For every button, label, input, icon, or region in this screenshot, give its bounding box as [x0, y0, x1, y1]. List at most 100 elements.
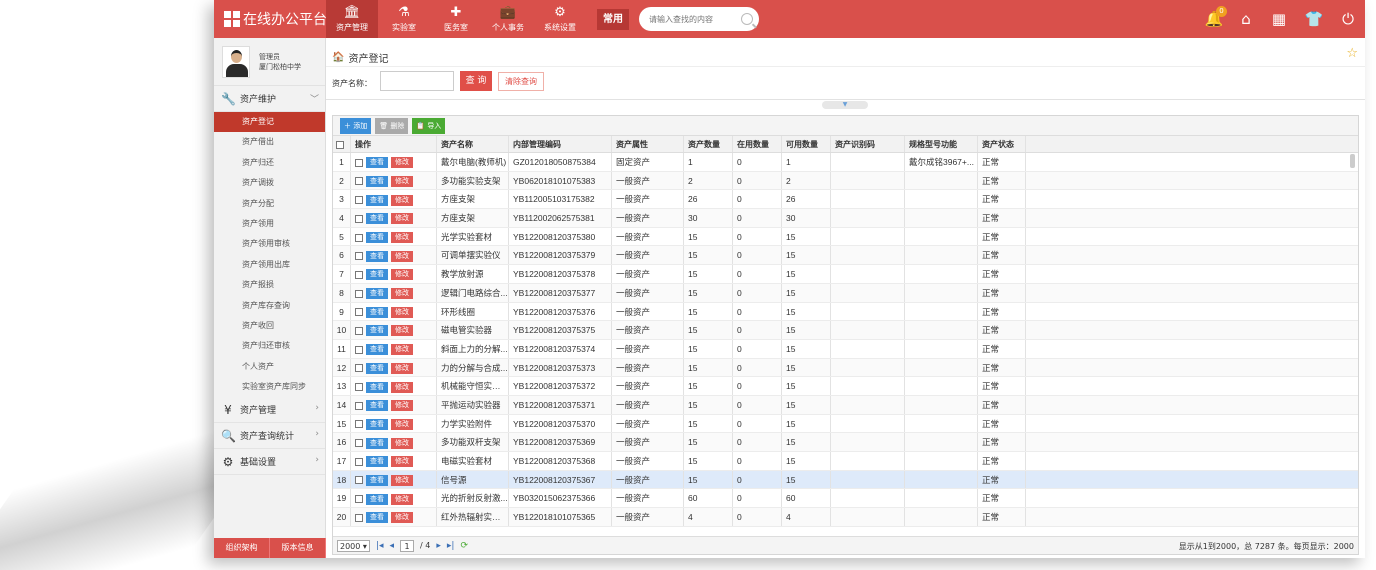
- column-header[interactable]: 资产属性: [612, 136, 684, 152]
- table-row[interactable]: 9 查看 修改 环形线圈 YB122008120375376 一般资产 15 0 15 正常: [333, 302, 1358, 322]
- row-checkbox[interactable]: [355, 252, 363, 261]
- view-button[interactable]: 查看: [366, 213, 388, 225]
- view-button[interactable]: 查看: [366, 306, 388, 318]
- collapse-toggle-icon[interactable]: ▼: [822, 101, 868, 109]
- view-button[interactable]: 查看: [366, 325, 388, 337]
- row-checkbox[interactable]: [355, 513, 363, 522]
- nav-laboratory[interactable]: ⚗ 实验室: [378, 0, 430, 38]
- table-row[interactable]: 15 查看 修改 力学实验附件 YB122008120375370 一般资产 15 0 15 正常: [333, 414, 1358, 434]
- row-checkbox[interactable]: [355, 476, 363, 485]
- table-row[interactable]: 10 查看 修改 磁电管实验器 YB122008120375375 一般资产 15 0 15 正常: [333, 321, 1358, 340]
- nav-asset-management[interactable]: 🏛 资产管理: [326, 0, 378, 38]
- add-button[interactable]: ＋ 添加: [340, 117, 372, 134]
- delete-button[interactable]: 🗑 删除: [375, 117, 409, 134]
- table-row[interactable]: 2 查看 修改 多功能实验支架 YB062018101075383 一般资产 2 0 2 正常: [333, 171, 1358, 191]
- asset-name-input[interactable]: [380, 71, 454, 91]
- row-checkbox[interactable]: [355, 345, 363, 354]
- view-button[interactable]: 查看: [366, 381, 388, 393]
- table-row[interactable]: 3 查看 修改 方座支架 YB112005103175382 一般资产 26 0 26 正常: [333, 190, 1358, 210]
- view-button[interactable]: 查看: [366, 362, 388, 374]
- edit-button[interactable]: 修改: [391, 400, 413, 412]
- power-icon[interactable]: ⏻: [1338, 9, 1358, 29]
- nav-clinic[interactable]: ✚ 医务室: [430, 0, 482, 38]
- search-input[interactable]: [649, 14, 735, 24]
- view-button[interactable]: 查看: [366, 418, 388, 430]
- row-checkbox[interactable]: [355, 308, 363, 317]
- import-button[interactable]: 📋 导入: [412, 117, 446, 134]
- first-page-icon[interactable]: |◂: [376, 541, 384, 551]
- prev-page-icon[interactable]: ◂: [389, 541, 394, 551]
- column-header[interactable]: 资产识别码: [831, 136, 905, 152]
- view-button[interactable]: 查看: [366, 288, 388, 300]
- view-button[interactable]: 查看: [366, 512, 388, 524]
- version-info-button[interactable]: 版本信息: [270, 538, 326, 558]
- column-header[interactable]: 资产状态: [978, 136, 1026, 152]
- table-row[interactable]: 13 查看 修改 机械能守恒实验器 YB122008120375372 一般资产 15 0 15…: [333, 377, 1358, 396]
- sidebar-item[interactable]: 资产归还: [214, 153, 325, 173]
- table-row[interactable]: 4 查看 修改 方座支架 YB112002062575381 一般资产 30 0 30 正常: [333, 209, 1358, 228]
- org-structure-button[interactable]: 组织架构: [214, 538, 270, 558]
- edit-button[interactable]: 修改: [391, 232, 413, 243]
- table-row[interactable]: 14 查看 修改 平抛运动实验器 YB122008120375371 一般资产 15 0 15 正…: [333, 395, 1358, 415]
- view-button[interactable]: 查看: [366, 250, 388, 262]
- sidebar-item[interactable]: 资产分配: [214, 194, 325, 214]
- edit-button[interactable]: 修改: [391, 362, 413, 374]
- sidebar-item[interactable]: 个人资产: [214, 357, 325, 377]
- edit-button[interactable]: 修改: [391, 493, 413, 505]
- select-all-checkbox[interactable]: [336, 140, 344, 149]
- row-checkbox[interactable]: [355, 289, 363, 298]
- shirt-icon[interactable]: 👕: [1304, 9, 1324, 29]
- edit-button[interactable]: 修改: [391, 474, 413, 486]
- view-button[interactable]: 查看: [366, 493, 388, 505]
- column-header[interactable]: 资产数量: [684, 136, 733, 152]
- edit-button[interactable]: 修改: [391, 418, 413, 430]
- sidebar-item[interactable]: 资产收回: [214, 316, 325, 336]
- edit-button[interactable]: 修改: [391, 288, 413, 300]
- edit-button[interactable]: 修改: [391, 269, 413, 281]
- sidebar-item[interactable]: 资产领用出库: [214, 255, 325, 275]
- row-checkbox[interactable]: [355, 233, 363, 242]
- home-icon[interactable]: 🏠: [332, 52, 344, 63]
- table-row[interactable]: 16 查看 修改 多功能双杆支架 YB122008120375369 一般资产 15 0 15 正…: [333, 433, 1358, 452]
- view-button[interactable]: 查看: [366, 474, 388, 486]
- sidebar-group-asset-maintenance[interactable]: 🔧 资产维护 ﹀: [214, 86, 325, 112]
- view-button[interactable]: 查看: [366, 269, 388, 281]
- view-button[interactable]: 查看: [366, 232, 388, 243]
- row-checkbox[interactable]: [355, 196, 363, 205]
- bell-icon[interactable]: 🔔 0: [1204, 6, 1227, 29]
- view-button[interactable]: 查看: [366, 157, 388, 169]
- column-header[interactable]: 在用数量: [733, 136, 782, 152]
- row-checkbox[interactable]: [355, 439, 363, 448]
- row-checkbox[interactable]: [355, 214, 363, 223]
- sidebar-group-basic-settings[interactable]: ⚙ 基础设置 ›: [214, 449, 325, 476]
- page-size-select[interactable]: 2000 ▾: [337, 539, 370, 552]
- table-row[interactable]: 12 查看 修改 力的分解与合成... YB122008120375373 一般资产 15 0…: [333, 358, 1358, 378]
- edit-button[interactable]: 修改: [391, 213, 413, 225]
- query-button[interactable]: 查 询: [460, 71, 492, 91]
- sidebar-item[interactable]: 资产调拨: [214, 173, 325, 193]
- table-row[interactable]: 18 查看 修改 信号源 YB122008120375367 一般资产 15 0 15 正常: [333, 470, 1358, 490]
- table-row[interactable]: 19 查看 修改 光的折射反射激... YB032015062375366 一般资产 60 0…: [333, 489, 1358, 509]
- nav-system-settings[interactable]: ⚙ 系统设置: [534, 0, 586, 38]
- sidebar-item[interactable]: 资产报损: [214, 275, 325, 295]
- view-button[interactable]: 查看: [366, 437, 388, 449]
- table-row[interactable]: 11 查看 修改 斜面上力的分解... YB122008120375374 一般资产 15 0…: [333, 339, 1358, 359]
- edit-button[interactable]: 修改: [391, 325, 413, 337]
- row-checkbox[interactable]: [355, 326, 363, 335]
- column-header[interactable]: 操作: [351, 136, 437, 152]
- row-checkbox[interactable]: [355, 401, 363, 410]
- sidebar-item[interactable]: 资产库存查询: [214, 296, 325, 316]
- view-button[interactable]: 查看: [366, 194, 388, 206]
- sidebar-group-asset-management[interactable]: ¥ 资产管理 ›: [214, 397, 325, 424]
- row-checkbox[interactable]: [355, 364, 363, 373]
- edit-button[interactable]: 修改: [391, 194, 413, 206]
- last-page-icon[interactable]: ▸|: [447, 541, 455, 551]
- edit-button[interactable]: 修改: [391, 456, 413, 468]
- view-button[interactable]: 查看: [366, 175, 388, 187]
- row-checkbox[interactable]: [355, 383, 363, 391]
- next-page-icon[interactable]: ▸: [436, 541, 441, 551]
- view-button[interactable]: 查看: [366, 456, 388, 468]
- grid-icon[interactable]: ▦: [1269, 9, 1289, 29]
- row-checkbox[interactable]: [355, 495, 363, 504]
- table-row[interactable]: 6 查看 修改 可调单摆实验仪 YB122008120375379 一般资产 15 0 15 正常: [333, 246, 1358, 266]
